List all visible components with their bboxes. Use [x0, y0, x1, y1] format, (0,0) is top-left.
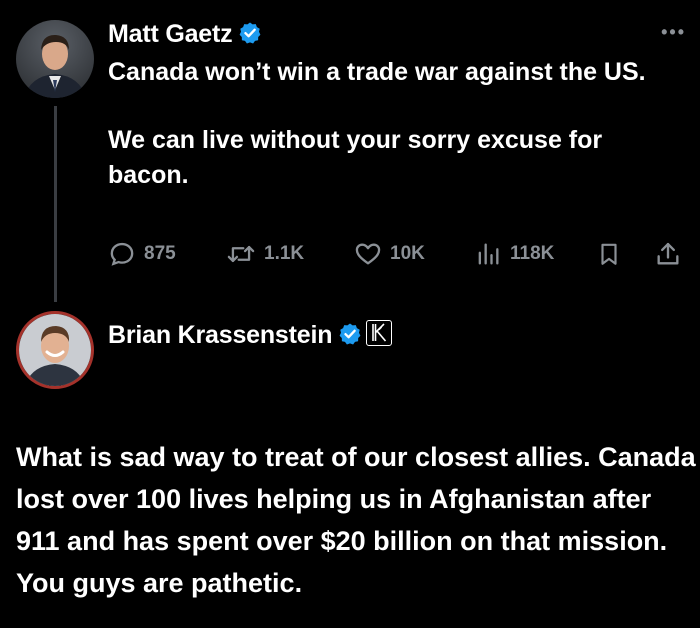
bookmark-icon	[601, 243, 617, 265]
tweet-author-row[interactable]: Matt Gaetz	[108, 20, 262, 52]
share-icon	[657, 242, 679, 265]
reply-author-row[interactable]: Brian Krassenstein	[108, 320, 393, 353]
tweet-author-name[interactable]: Matt Gaetz	[108, 20, 233, 48]
k-affiliate-badge-icon	[366, 320, 393, 346]
reply-author-name[interactable]: Brian Krassenstein	[108, 321, 332, 349]
reply-icon	[110, 242, 134, 266]
like-button[interactable]: 10K	[354, 238, 425, 270]
like-count: 10K	[390, 243, 425, 264]
heart-icon	[355, 243, 381, 265]
more-options-icon[interactable]: •••	[661, 22, 686, 43]
share-button[interactable]	[654, 238, 682, 270]
reply-button[interactable]: 875	[108, 238, 176, 270]
verified-badge-icon	[338, 322, 362, 353]
reply-author-avatar[interactable]	[16, 311, 94, 389]
views-icon	[478, 243, 499, 265]
verified-badge-icon	[238, 21, 262, 52]
reply-count: 875	[144, 243, 176, 264]
bookmark-button[interactable]	[596, 238, 622, 270]
tweet-actions-bar: 875 1.1K 10K 118K	[108, 238, 683, 270]
repost-button[interactable]: 1.1K	[226, 238, 304, 270]
thread-connector-line	[54, 106, 57, 302]
tweet-text: Canada won’t win a trade war against the…	[108, 55, 668, 193]
views-count: 118K	[510, 243, 555, 264]
avatar-photo	[19, 314, 91, 386]
repost-icon	[227, 245, 255, 263]
tweet-text-line: Canada won’t win a trade war against the…	[108, 58, 646, 86]
author-avatar[interactable]	[16, 20, 94, 98]
tweet-text-line: We can live without your sorry excuse fo…	[108, 126, 603, 189]
views-button[interactable]: 118K	[474, 238, 554, 270]
reply-text: What is sad way to treat of our closest …	[16, 442, 696, 598]
repost-count: 1.1K	[264, 243, 305, 264]
avatar-photo	[16, 20, 94, 98]
